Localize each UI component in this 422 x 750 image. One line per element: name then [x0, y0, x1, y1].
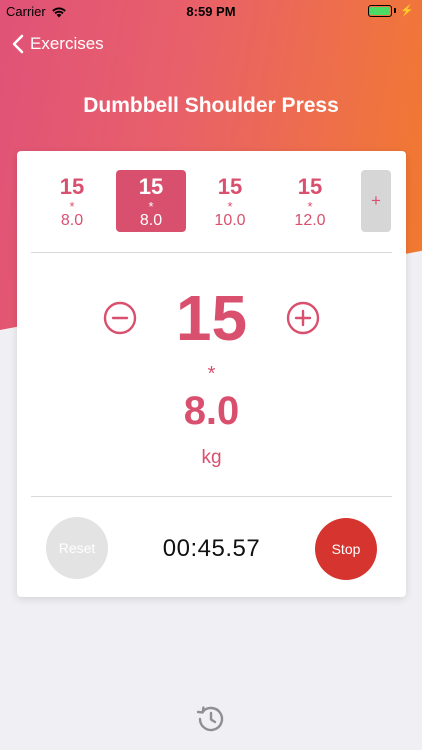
plus-circle-icon[interactable] — [286, 301, 320, 335]
status-time: 8:59 PM — [186, 4, 236, 19]
charging-bolt-icon: ⚡ — [400, 5, 414, 17]
set-separator: * — [69, 199, 75, 214]
sets-row: 15 * 8.0 15 * 8.0 15 * 10.0 15 * 12.0 + — [17, 151, 406, 251]
chevron-left-icon — [12, 34, 24, 54]
set-chip-3[interactable]: 15 * 10.0 — [195, 170, 265, 232]
workout-card: 15 * 8.0 15 * 8.0 15 * 10.0 15 * 12.0 + … — [17, 151, 406, 597]
set-separator: * — [148, 199, 154, 214]
current-reps: 15 — [175, 282, 248, 354]
weight-unit: kg — [201, 447, 222, 468]
set-separator: * — [227, 199, 233, 214]
current-weight: 8.0 — [183, 389, 240, 433]
set-separator: * — [307, 199, 313, 214]
battery-nub — [394, 8, 397, 13]
set-weight: 8.0 — [60, 212, 84, 229]
set-reps: 15 — [297, 174, 323, 199]
back-button[interactable]: Exercises — [12, 32, 104, 56]
current-separator: * — [207, 363, 216, 385]
divider-top — [31, 252, 392, 253]
status-bar: Carrier 8:59 PM ⚡ — [0, 0, 422, 22]
page-title: Dumbbell Shoulder Press — [83, 94, 339, 117]
battery-fill — [370, 6, 391, 15]
set-reps: 15 — [217, 174, 243, 199]
set-reps: 15 — [138, 174, 164, 199]
history-icon[interactable] — [195, 703, 227, 735]
battery-icon — [368, 4, 393, 17]
set-chip-1[interactable]: 15 * 8.0 — [37, 170, 107, 232]
set-weight: 10.0 — [214, 212, 246, 229]
set-chip-4[interactable]: 15 * 12.0 — [275, 170, 345, 232]
stop-button[interactable]: Stop — [315, 518, 377, 580]
set-chip-2-selected[interactable]: 15 * 8.0 — [116, 170, 186, 232]
divider-bottom — [31, 496, 392, 497]
set-weight: 8.0 — [139, 212, 163, 229]
back-button-label: Exercises — [30, 34, 104, 53]
add-set-button[interactable]: + — [361, 170, 391, 232]
battery-indicator: ⚡ — [368, 4, 414, 17]
set-reps: 15 — [59, 174, 85, 199]
set-weight: 12.0 — [294, 212, 326, 229]
